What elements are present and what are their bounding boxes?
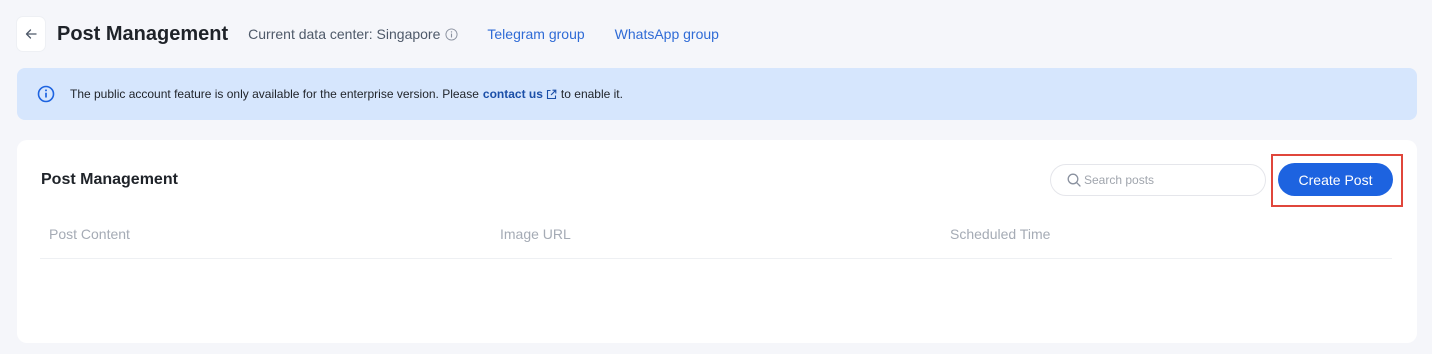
table-header: Post Content Image URL Scheduled Time xyxy=(40,216,1392,259)
info-icon xyxy=(37,85,55,103)
column-header-post-content: Post Content xyxy=(49,226,130,242)
data-center-text: Current data center: Singapore xyxy=(248,26,441,42)
column-header-scheduled-time: Scheduled Time xyxy=(950,226,1051,242)
enterprise-alert: The public account feature is only avail… xyxy=(17,68,1417,120)
info-icon[interactable] xyxy=(445,27,458,41)
page-header: Post Management Current data center: Sin… xyxy=(17,17,719,51)
post-management-card: Post Management Create Post Post Content… xyxy=(17,140,1417,343)
back-button[interactable] xyxy=(17,17,45,51)
whatsapp-group-link[interactable]: WhatsApp group xyxy=(615,26,719,42)
create-post-button[interactable]: Create Post xyxy=(1278,163,1393,196)
search-input[interactable] xyxy=(1084,173,1254,187)
search-box[interactable] xyxy=(1050,164,1266,196)
page-title: Post Management xyxy=(57,22,229,45)
card-title: Post Management xyxy=(41,171,178,188)
column-header-image-url: Image URL xyxy=(500,226,571,242)
search-icon xyxy=(1067,173,1081,187)
data-center-label: Current data center: Singapore xyxy=(248,26,458,42)
back-arrow-icon xyxy=(25,28,37,40)
contact-us-link[interactable]: contact us xyxy=(483,87,543,101)
external-link-icon[interactable] xyxy=(546,89,557,100)
telegram-group-link[interactable]: Telegram group xyxy=(487,26,584,42)
alert-text: The public account feature is only avail… xyxy=(70,87,479,101)
alert-text-end: to enable it. xyxy=(560,87,623,101)
